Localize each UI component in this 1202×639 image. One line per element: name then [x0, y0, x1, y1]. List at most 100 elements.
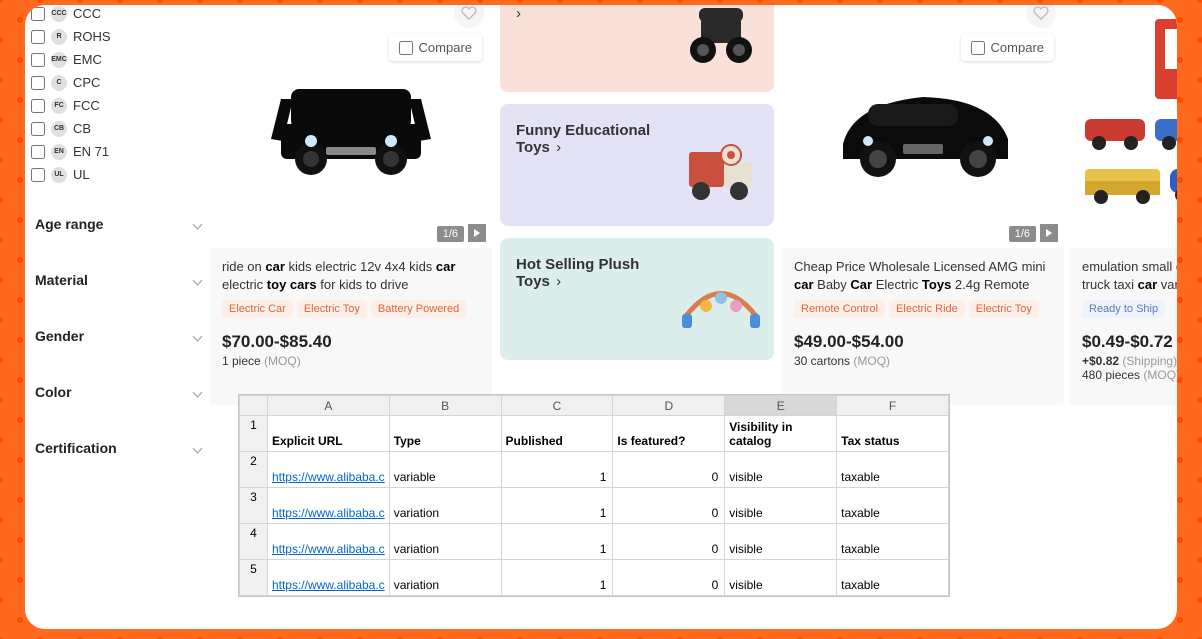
product-tags: Remote Control Electric Ride Electric To… [794, 300, 1052, 318]
filter-heading[interactable]: Certification [31, 430, 205, 466]
spreadsheet[interactable]: A B C D E F 1Explicit URLTypePublishedIs… [238, 394, 950, 597]
url-cell[interactable]: https://www.alibaba.c [267, 524, 389, 560]
chevron-down-icon [193, 275, 203, 285]
cert-filter-row[interactable]: CBCB [31, 117, 215, 140]
cert-checkbox[interactable] [31, 99, 45, 113]
favorite-icon[interactable] [454, 5, 484, 28]
product-price: $0.49-$0.72 [1082, 332, 1177, 352]
cert-label: FCC [73, 98, 100, 113]
product-moq: 480 pieces (MOQ) [1082, 368, 1177, 382]
cert-filter-row[interactable]: ENEN 71 [31, 140, 215, 163]
product-price: $49.00-$54.00 [794, 332, 1052, 352]
tax-cell[interactable]: taxable [837, 560, 949, 596]
product-image[interactable]: Compare 1/6 [210, 5, 492, 248]
featured-cell[interactable]: 0 [613, 524, 725, 560]
header-cell[interactable]: Is featured? [613, 416, 725, 452]
published-cell[interactable]: 1 [501, 560, 613, 596]
type-cell[interactable]: variable [389, 452, 501, 488]
data-row[interactable]: 3 https://www.alibaba.c variation 1 0 vi… [240, 488, 949, 524]
type-cell[interactable]: variation [389, 560, 501, 596]
column-letters-row[interactable]: A B C D E F [240, 396, 949, 416]
cert-checkbox[interactable] [31, 7, 45, 21]
header-cell[interactable]: Type [389, 416, 501, 452]
visibility-cell[interactable]: visible [725, 560, 837, 596]
featured-cell[interactable]: 0 [613, 560, 725, 596]
url-cell[interactable]: https://www.alibaba.c [267, 452, 389, 488]
tax-cell[interactable]: taxable [837, 524, 949, 560]
filter-heading[interactable]: Color [31, 374, 205, 410]
cert-checkbox[interactable] [31, 76, 45, 90]
visibility-cell[interactable]: visible [725, 488, 837, 524]
header-cell[interactable]: Tax status [837, 416, 949, 452]
cert-checkbox[interactable] [31, 122, 45, 136]
cert-filter-row[interactable]: FC FCC [31, 94, 215, 117]
url-cell[interactable]: https://www.alibaba.c [267, 560, 389, 596]
product-title[interactable]: emulation small die c truck taxi car var… [1082, 258, 1177, 294]
filter-heading[interactable]: Gender [31, 318, 205, 354]
data-row[interactable]: 5 https://www.alibaba.c variation 1 0 vi… [240, 560, 949, 596]
cert-label: EMC [73, 52, 102, 67]
shipping-price: +$0.82 (Shipping) [1082, 354, 1177, 368]
cert-filter-row[interactable]: CCPC [31, 71, 215, 94]
data-row[interactable]: 2 https://www.alibaba.c variable 1 0 vis… [240, 452, 949, 488]
header-cell[interactable]: Visibility in catalog [725, 416, 837, 452]
published-cell[interactable]: 1 [501, 524, 613, 560]
product-image[interactable]: Compare 1/6 [782, 5, 1064, 248]
cert-badge-icon: FC [51, 98, 67, 114]
cert-filter-row[interactable]: CCCCCC [31, 5, 215, 25]
cert-label: ROHS [73, 29, 111, 44]
product-card[interactable]: Compare 1/6 Cheap Price Wholesale Licens… [782, 5, 1064, 405]
play-icon[interactable] [468, 224, 486, 242]
header-row[interactable]: 1Explicit URLTypePublishedIs featured?Vi… [240, 416, 949, 452]
chevron-down-icon [193, 443, 203, 453]
cert-checkbox[interactable] [31, 145, 45, 159]
header-cell[interactable]: Published [501, 416, 613, 452]
promo-plush-toys[interactable]: Hot Selling Plush Toys › [500, 238, 774, 360]
product-card[interactable]: emulation small die c truck taxi car var… [1070, 5, 1177, 405]
published-cell[interactable]: 1 [501, 452, 613, 488]
type-cell[interactable]: variation [389, 524, 501, 560]
header-cell[interactable]: Explicit URL [267, 416, 389, 452]
image-pager: 1/6 [437, 226, 464, 242]
product-title[interactable]: ride on car kids electric 12v 4x4 kids c… [222, 258, 480, 294]
url-cell[interactable]: https://www.alibaba.c [267, 488, 389, 524]
featured-cell[interactable]: 0 [613, 452, 725, 488]
compare-checkbox[interactable]: Compare [389, 34, 482, 61]
published-cell[interactable]: 1 [501, 488, 613, 524]
type-cell[interactable]: variation [389, 488, 501, 524]
favorite-icon[interactable] [1026, 5, 1056, 28]
cert-label: CPC [73, 75, 100, 90]
product-image[interactable] [1070, 5, 1177, 248]
cert-badge-icon: EMC [51, 52, 67, 68]
tax-cell[interactable]: taxable [837, 488, 949, 524]
filter-heading[interactable]: Material [31, 262, 205, 298]
cert-label: UL [73, 167, 90, 182]
cert-filter-row[interactable]: EMC EMC [31, 48, 215, 71]
promo-educational-toys[interactable]: Funny Educational Toys › [500, 104, 774, 226]
filter-heading[interactable]: Age range [31, 206, 205, 242]
promo-selected-toy-cars[interactable]: Selected Toy Cars › [500, 5, 774, 92]
product-title[interactable]: Cheap Price Wholesale Licensed AMG mini … [794, 258, 1052, 294]
cert-filter-row[interactable]: ULUL [31, 163, 215, 186]
data-row[interactable]: 4 https://www.alibaba.c variation 1 0 vi… [240, 524, 949, 560]
filter-sidebar: CCCCCCRROHSEMCEMCCCPCFCFCCCBCBENEN 71ULU… [25, 5, 215, 466]
cert-checkbox[interactable] [31, 30, 45, 44]
chevron-down-icon [193, 387, 203, 397]
product-tags: Electric Car Electric Toy Battery Powere… [222, 300, 480, 318]
cert-checkbox[interactable] [31, 168, 45, 182]
compare-checkbox[interactable]: Compare [961, 34, 1054, 61]
cert-checkbox[interactable] [31, 53, 45, 67]
visibility-cell[interactable]: visible [725, 524, 837, 560]
featured-cell[interactable]: 0 [613, 488, 725, 524]
tax-cell[interactable]: taxable [837, 452, 949, 488]
image-pager: 1/6 [1009, 226, 1036, 242]
promo-column: Selected Toy Cars › Funny Educational To… [500, 5, 774, 372]
product-card[interactable]: Compare 1/6 ride on car kids electric 12… [210, 5, 492, 405]
play-icon[interactable] [1040, 224, 1058, 242]
visibility-cell[interactable]: visible [725, 452, 837, 488]
cert-label: CB [73, 121, 91, 136]
product-moq: 30 cartons (MOQ) [794, 354, 1052, 368]
cert-filter-row[interactable]: RROHS [31, 25, 215, 48]
cert-label: EN 71 [73, 144, 109, 159]
product-price: $70.00-$85.40 [222, 332, 480, 352]
